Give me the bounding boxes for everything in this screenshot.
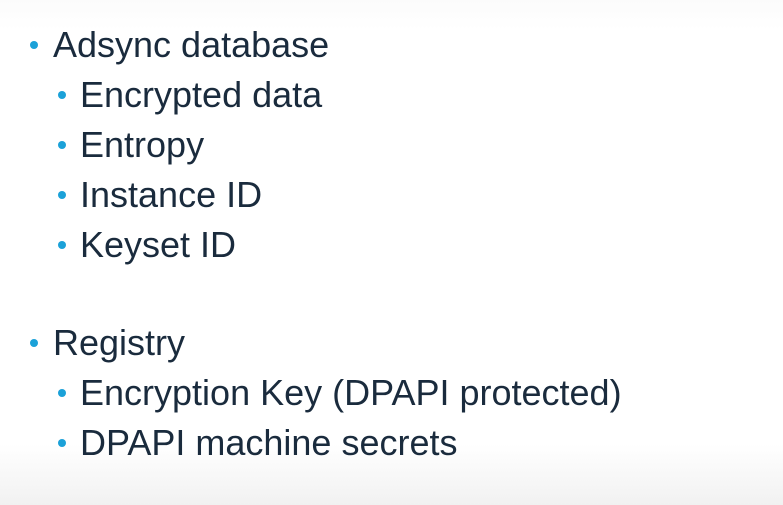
- bullet-text: Registry: [53, 322, 186, 363]
- bullet-text: Keyset ID: [80, 224, 237, 265]
- bullet-text: Encryption Key (DPAPI protected): [80, 372, 622, 413]
- bullet-dot-icon: [58, 241, 66, 249]
- bullet-text: Instance ID: [80, 174, 263, 215]
- bullet-item-adsync-database: Adsync database: [0, 20, 783, 70]
- sub-bullet-item-instance-id: Instance ID: [0, 170, 783, 220]
- bullet-text: DPAPI machine secrets: [80, 422, 458, 463]
- bullet-dot-icon: [58, 191, 66, 199]
- sub-bullet-item-keyset-id: Keyset ID: [0, 220, 783, 270]
- bullet-group-adsync-database: Adsync database Encrypted data Entropy I…: [0, 20, 783, 270]
- slide: Adsync database Encrypted data Entropy I…: [0, 0, 783, 505]
- bullet-dot-icon: [58, 91, 66, 99]
- bullet-group-registry: Registry Encryption Key (DPAPI protected…: [0, 318, 783, 468]
- bullet-item-registry: Registry: [0, 318, 783, 368]
- bullet-dot-icon: [30, 41, 38, 49]
- sub-bullet-item-encryption-key: Encryption Key (DPAPI protected): [0, 368, 783, 418]
- sub-bullet-item-entropy: Entropy: [0, 120, 783, 170]
- bullet-text: Adsync database: [53, 24, 330, 65]
- bullet-text: Encrypted data: [80, 74, 323, 115]
- sub-bullet-item-encrypted-data: Encrypted data: [0, 70, 783, 120]
- bullet-text: Entropy: [80, 124, 205, 165]
- sub-bullet-item-dpapi-machine-secrets: DPAPI machine secrets: [0, 418, 783, 468]
- bullet-dot-icon: [58, 141, 66, 149]
- bullet-dot-icon: [58, 439, 66, 447]
- bullet-dot-icon: [58, 389, 66, 397]
- bullet-dot-icon: [30, 339, 38, 347]
